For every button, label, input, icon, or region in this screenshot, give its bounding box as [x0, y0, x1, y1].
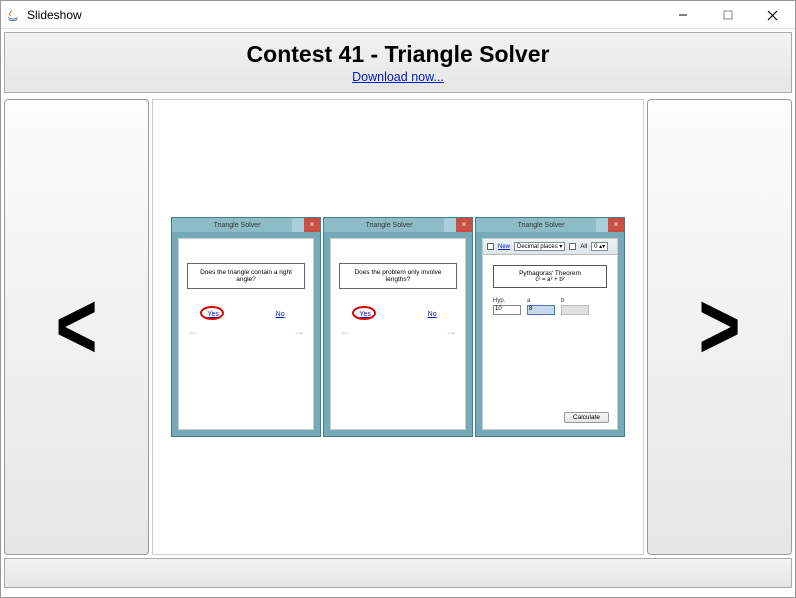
download-link[interactable]: Download now... [352, 70, 444, 84]
branch-arrows: ← → [179, 324, 313, 338]
page-title: Contest 41 - Triangle Solver [5, 41, 791, 68]
arrow-right-icon: → [293, 324, 305, 338]
panel-title: Triangle Solver [174, 222, 300, 229]
hyp-col: Hyp. 10 [493, 298, 521, 315]
new-checkbox [487, 243, 494, 250]
panel-close-icon: × [304, 218, 320, 232]
java-icon [5, 7, 21, 23]
panel-min-icon [596, 218, 608, 232]
a-label: a [527, 298, 555, 304]
slide-viewport: Triangle Solver × Does the triangle cont… [152, 99, 644, 555]
maximize-button[interactable] [705, 1, 750, 29]
slide-panel-3: Triangle Solver × New Decimal places ▾ A… [475, 217, 625, 437]
theorem-title: Pythagoras' Theorem [498, 270, 602, 277]
panel-min-icon [444, 218, 456, 232]
theorem-formula: c² = a² + b² [498, 277, 602, 283]
arrow-left-icon: ← [187, 324, 199, 338]
header-strip: Contest 41 - Triangle Solver Download no… [4, 32, 792, 93]
panel-titlebar: Triangle Solver × [476, 218, 624, 232]
theorem-box: Pythagoras' Theorem c² = a² + b² [493, 265, 607, 288]
panel-min-icon [292, 218, 304, 232]
panel-title: Triangle Solver [326, 222, 452, 229]
chevron-left-icon: < [55, 274, 97, 381]
main-area: < Triangle Solver × Does the triangle co… [1, 96, 795, 558]
hyp-input: 10 [493, 305, 521, 315]
form-toolbar: New Decimal places ▾ All 0 ▴▾ [483, 239, 617, 255]
app-window: Slideshow Contest 41 - Triangle Solver D… [0, 0, 796, 598]
new-link: New [498, 244, 510, 250]
all-label: All [580, 244, 587, 250]
arrow-right-icon: → [445, 324, 457, 338]
minimize-button[interactable] [660, 1, 705, 29]
panel-body: New Decimal places ▾ All 0 ▴▾ Pythagoras… [482, 238, 618, 430]
close-button[interactable] [750, 1, 795, 29]
yes-no-row: Yes No [331, 311, 465, 318]
decimals-label: Decimal places [517, 244, 558, 250]
branch-arrows: ← → [331, 324, 465, 338]
question-text: Does the triangle contain a right angle? [187, 263, 305, 289]
yes-link: Yes [359, 311, 370, 318]
hyp-label: Hyp. [493, 298, 521, 304]
decimals-dropdown: Decimal places ▾ [514, 242, 565, 251]
question-text: Does the problem only involve lengths? [339, 263, 457, 289]
yes-no-row: Yes No [179, 311, 313, 318]
panel-close-icon: × [456, 218, 472, 232]
spinner-value: 0 [594, 244, 597, 250]
slide-panel-1: Triangle Solver × Does the triangle cont… [171, 217, 321, 437]
panel-body: Does the triangle contain a right angle?… [178, 238, 314, 430]
window-title: Slideshow [27, 8, 82, 22]
chevron-right-icon: > [698, 274, 740, 381]
b-input [561, 305, 589, 315]
b-col: b [561, 298, 589, 315]
panel-title: Triangle Solver [478, 222, 604, 229]
a-input: 8 [527, 305, 555, 315]
b-label: b [561, 298, 589, 304]
highlight-circle-icon [352, 306, 376, 320]
slide-content: Triangle Solver × Does the triangle cont… [171, 217, 625, 437]
no-link: No [428, 311, 437, 318]
titlebar: Slideshow [1, 1, 795, 29]
calculate-button: Calculate [564, 412, 609, 423]
prev-button[interactable]: < [4, 99, 149, 555]
no-link: No [276, 311, 285, 318]
arrow-left-icon: ← [339, 324, 351, 338]
panel-close-icon: × [608, 218, 624, 232]
a-col: a 8 [527, 298, 555, 315]
highlight-circle-icon [200, 306, 224, 320]
all-checkbox [569, 243, 576, 250]
yes-link: Yes [207, 311, 218, 318]
decimals-spinner: 0 ▴▾ [591, 242, 608, 251]
next-button[interactable]: > [647, 99, 792, 555]
panel-titlebar: Triangle Solver × [324, 218, 472, 232]
slide-panel-2: Triangle Solver × Does the problem only … [323, 217, 473, 437]
window-controls [660, 1, 795, 29]
inputs-row: Hyp. 10 a 8 b [493, 298, 607, 315]
panel-body: Does the problem only involve lengths? Y… [330, 238, 466, 430]
footer-strip [4, 558, 792, 588]
panel-titlebar: Triangle Solver × [172, 218, 320, 232]
